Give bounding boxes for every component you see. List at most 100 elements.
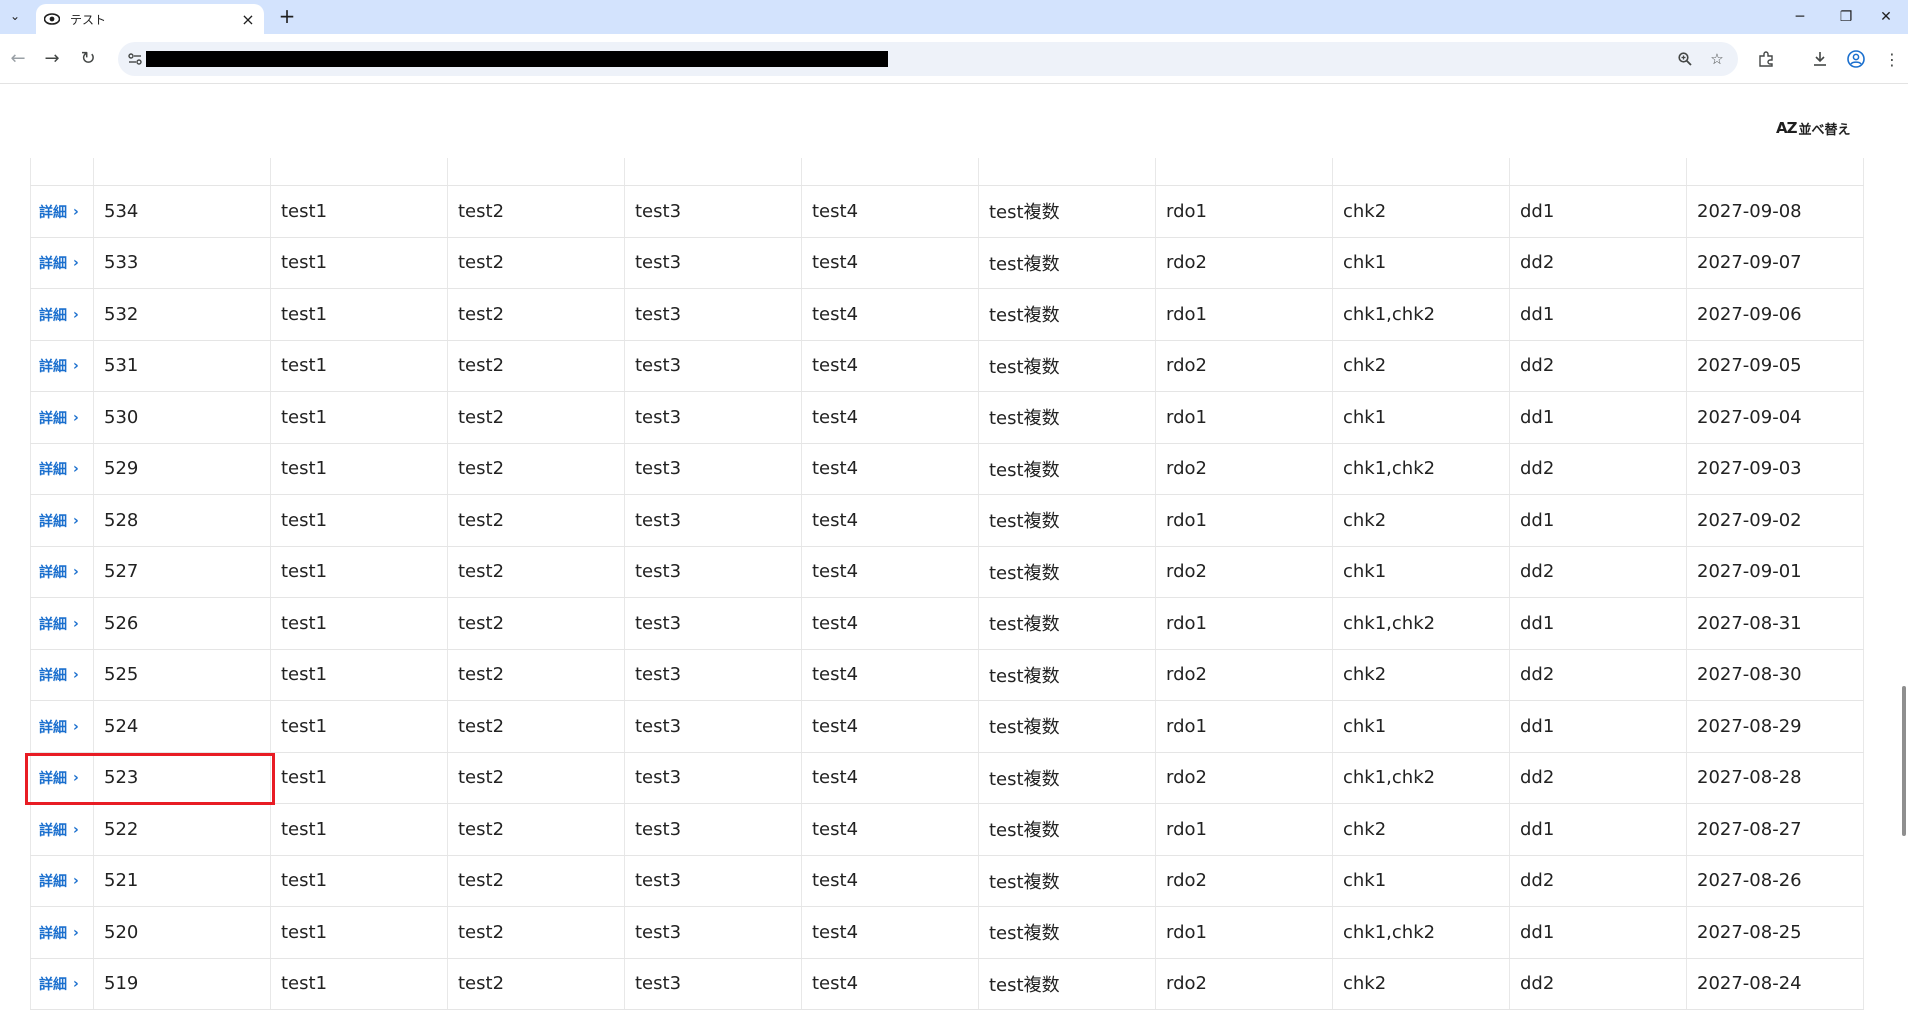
detail-link[interactable]: 詳細 › [39, 923, 79, 943]
detail-link[interactable]: 詳細 › [39, 253, 79, 273]
new-tab-button[interactable]: + [276, 6, 298, 28]
cell-dropdown: dd1 [1509, 391, 1687, 444]
cell-c4: test4 [801, 288, 979, 341]
cell-c5: test複数 [978, 288, 1156, 341]
cell-c2: test2 [447, 237, 625, 289]
address-bar[interactable]: ☆ [118, 42, 1738, 76]
cell-date: 2027-08-26 [1686, 855, 1864, 907]
cell-check: chk1 [1332, 855, 1510, 907]
minimize-icon[interactable]: ─ [1778, 4, 1822, 30]
cell-c5: test複数 [978, 391, 1156, 444]
more-menu-icon[interactable]: ⋮ [1880, 47, 1904, 71]
cell-c4: test4 [801, 494, 979, 547]
chevron-right-icon: › [73, 255, 79, 272]
cell-date: 2027-09-01 [1686, 546, 1864, 598]
profile-icon[interactable] [1844, 47, 1868, 71]
table-row: 詳細 › 533 test1 test2 test3 test4 test複数 rdo2 chk1… [30, 237, 1864, 289]
detail-link[interactable]: 詳細 › [39, 820, 79, 840]
detail-link[interactable]: 詳細 › [39, 511, 79, 531]
chevron-right-icon: › [73, 564, 79, 581]
tab-close-icon[interactable]: × [238, 9, 258, 29]
detail-link[interactable]: 詳細 › [39, 665, 79, 685]
detail-link[interactable]: 詳細 › [39, 356, 79, 376]
detail-link[interactable]: 詳細 › [39, 408, 79, 428]
cell-c1: test1 [270, 340, 448, 392]
cell-id: 526 [93, 597, 271, 650]
scrollbar[interactable] [1900, 84, 1908, 1013]
cell-check: chk2 [1332, 649, 1510, 701]
cell-c3: test3 [624, 185, 802, 238]
cell-c1: test1 [270, 443, 448, 495]
chevron-right-icon: › [73, 821, 79, 838]
active-tab[interactable]: テスト × [36, 4, 264, 34]
cell-date: 2027-09-06 [1686, 288, 1864, 341]
detail-link[interactable]: 詳細 › [39, 871, 79, 891]
cell-id: 534 [93, 185, 271, 238]
detail-cell: 詳細 › [30, 494, 94, 547]
detail-link[interactable]: 詳細 › [39, 459, 79, 479]
cell-check: chk2 [1332, 185, 1510, 238]
cell-c2: test2 [447, 958, 625, 1010]
browser-toolbar: ← → ↻ ☆ ⋮ [0, 34, 1908, 84]
cell-dropdown: dd2 [1509, 546, 1687, 598]
cell-c2: test2 [447, 340, 625, 392]
forward-icon[interactable]: → [38, 44, 66, 72]
cell-dropdown: dd1 [1509, 803, 1687, 856]
reload-icon[interactable]: ↻ [74, 44, 102, 72]
sort-label: 並べ替え [1798, 122, 1851, 138]
download-icon[interactable] [1808, 47, 1832, 71]
cell-dropdown: dd1 [1509, 906, 1687, 959]
cell-radio: rdo2 [1155, 958, 1333, 1010]
close-window-icon[interactable]: ✕ [1864, 4, 1908, 30]
tab-title: テスト [70, 12, 107, 27]
cell-c2: test2 [447, 494, 625, 547]
detail-label: 詳細 [39, 513, 67, 530]
scrollbar-thumb[interactable] [1902, 686, 1906, 836]
table-row: 詳細 › 531 test1 test2 test3 test4 test複数 rdo2 chk2… [30, 340, 1864, 392]
chevron-right-icon: › [73, 615, 79, 632]
table-row: 詳細 › 520 test1 test2 test3 test4 test複数 rdo1 chk1… [30, 906, 1864, 959]
cell-c4: test4 [801, 546, 979, 598]
cell-c4: test4 [801, 597, 979, 650]
cell-date: 2027-09-02 [1686, 494, 1864, 547]
results-table: 詳細 › 534 test1 test2 test3 test4 test複数 rdo1 chk2… [30, 158, 1864, 1010]
cell-c1: test1 [270, 185, 448, 238]
cell-radio: rdo1 [1155, 700, 1333, 753]
detail-link[interactable]: 詳細 › [39, 202, 79, 222]
detail-label: 詳細 [39, 977, 67, 994]
cell-radio: rdo2 [1155, 443, 1333, 495]
cell-c4: test4 [801, 855, 979, 907]
cell-c5: test複数 [978, 700, 1156, 753]
cell-c1: test1 [270, 958, 448, 1010]
site-info-icon[interactable] [124, 48, 146, 70]
cell-c2: test2 [447, 855, 625, 907]
cell-date: 2027-08-24 [1686, 958, 1864, 1010]
bookmark-star-icon[interactable]: ☆ [1706, 48, 1728, 70]
detail-link[interactable]: 詳細 › [39, 768, 79, 788]
detail-link[interactable]: 詳細 › [39, 562, 79, 582]
detail-link[interactable]: 詳細 › [39, 305, 79, 325]
zoom-icon[interactable] [1674, 48, 1696, 70]
cell-dropdown: dd2 [1509, 752, 1687, 804]
cell-c5: test複数 [978, 185, 1156, 238]
extensions-icon[interactable] [1754, 47, 1778, 71]
detail-link[interactable]: 詳細 › [39, 614, 79, 634]
table-row: 詳細 › 530 test1 test2 test3 test4 test複数 rdo1 chk1… [30, 391, 1864, 444]
cell-c3: test3 [624, 443, 802, 495]
cell-check: chk1,chk2 [1332, 288, 1510, 341]
detail-cell: 詳細 › [30, 958, 94, 1010]
cell-radio: rdo1 [1155, 906, 1333, 959]
detail-link[interactable]: 詳細 › [39, 717, 79, 737]
table-row: 詳細 › 529 test1 test2 test3 test4 test複数 rdo2 chk1… [30, 443, 1864, 495]
cell-c2: test2 [447, 649, 625, 701]
detail-link[interactable]: 詳細 › [39, 974, 79, 994]
sort-button[interactable]: AZ 並べ替え [1776, 116, 1851, 140]
tab-search-chevron-icon[interactable]: ⌄ [4, 5, 26, 27]
cell-id: 525 [93, 649, 271, 701]
detail-cell: 詳細 › [30, 391, 94, 444]
restore-icon[interactable]: ❐ [1824, 4, 1868, 30]
cell-c4: test4 [801, 803, 979, 856]
cell-c2: test2 [447, 391, 625, 444]
cell-radio: rdo2 [1155, 649, 1333, 701]
back-icon[interactable]: ← [4, 44, 32, 72]
